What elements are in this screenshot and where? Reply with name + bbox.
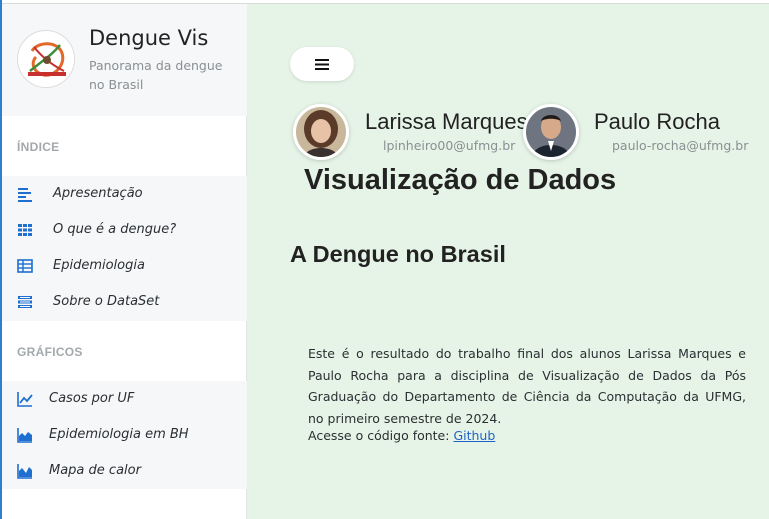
sidebar-item-o-que-e-a-dengue[interactable]: O que é a dengue? xyxy=(0,212,247,248)
main-content: Larissa Marques lpinheiro00@ufmg.br Paul… xyxy=(248,4,769,519)
avatar-paulo xyxy=(523,104,579,160)
sidebar-item-label: O que é a dengue? xyxy=(53,222,177,237)
sidebar-item-label: Epidemiologia xyxy=(53,258,145,273)
sidebar-item-mapa-de-calor[interactable]: Mapa de calor xyxy=(0,453,247,489)
align-left-icon xyxy=(17,186,33,202)
brand-header: Dengue Vis Panorama da dengue no Brasil xyxy=(0,4,247,116)
line-chart-icon xyxy=(17,391,33,407)
section-label-graficos: GRÁFICOS xyxy=(17,345,83,359)
author-name: Larissa Marques xyxy=(365,109,528,134)
intro-paragraph: Este é o resultado do trabalho final dos… xyxy=(308,346,746,426)
source-code-line: Acesse o código fonte: Github xyxy=(308,428,495,443)
brand-title: Dengue Vis xyxy=(89,26,209,50)
sidebar-item-label: Epidemiologia em BH xyxy=(49,427,189,442)
table-icon xyxy=(17,258,33,274)
grid-icon xyxy=(17,222,33,238)
section-label-index: ÍNDICE xyxy=(17,140,60,154)
sidebar-item-apresentacao[interactable]: Apresentação xyxy=(0,176,247,212)
page-title: Visualização de Dados xyxy=(304,164,617,196)
sidebar-item-casos-por-uf[interactable]: Casos por UF xyxy=(0,381,247,417)
github-link[interactable]: Github xyxy=(453,428,495,443)
window-top-border xyxy=(0,0,769,4)
dengue-logo-icon[interactable] xyxy=(17,30,75,88)
sidebar-toggle-button[interactable] xyxy=(290,47,354,81)
avatar-larissa xyxy=(293,104,349,160)
source-code-prefix: Acesse o código fonte: xyxy=(308,428,454,443)
sidebar-item-epidemiologia[interactable]: Epidemiologia xyxy=(0,248,247,284)
window-left-border xyxy=(0,0,2,519)
charts-nav-block: Casos por UF Epidemiologia em BH Mapa de… xyxy=(0,381,247,489)
area-chart-icon xyxy=(17,463,33,479)
sidebar: Dengue Vis Panorama da dengue no Brasil … xyxy=(0,4,247,519)
hamburger-menu-icon xyxy=(315,59,329,70)
author-email: paulo-rocha@ufmg.br xyxy=(612,138,749,153)
sidebar-item-label: Sobre o DataSet xyxy=(53,294,160,309)
sidebar-item-label: Apresentação xyxy=(53,186,143,201)
author-email: lpinheiro00@ufmg.br xyxy=(383,138,516,153)
section-heading: A Dengue no Brasil xyxy=(290,241,506,267)
bar-chart-icon xyxy=(17,427,33,443)
index-nav-block: Apresentação O que é a dengue? Epidemiol… xyxy=(0,176,247,321)
author-name: Paulo Rocha xyxy=(594,109,720,134)
sidebar-item-sobre-o-dataset[interactable]: Sobre o DataSet xyxy=(0,284,247,320)
list-icon xyxy=(17,294,33,310)
brand-subtitle: Panorama da dengue no Brasil xyxy=(89,58,223,92)
sidebar-item-label: Mapa de calor xyxy=(49,463,141,478)
sidebar-item-label: Casos por UF xyxy=(49,391,135,406)
sidebar-item-epidemiologia-em-bh[interactable]: Epidemiologia em BH xyxy=(0,417,247,453)
